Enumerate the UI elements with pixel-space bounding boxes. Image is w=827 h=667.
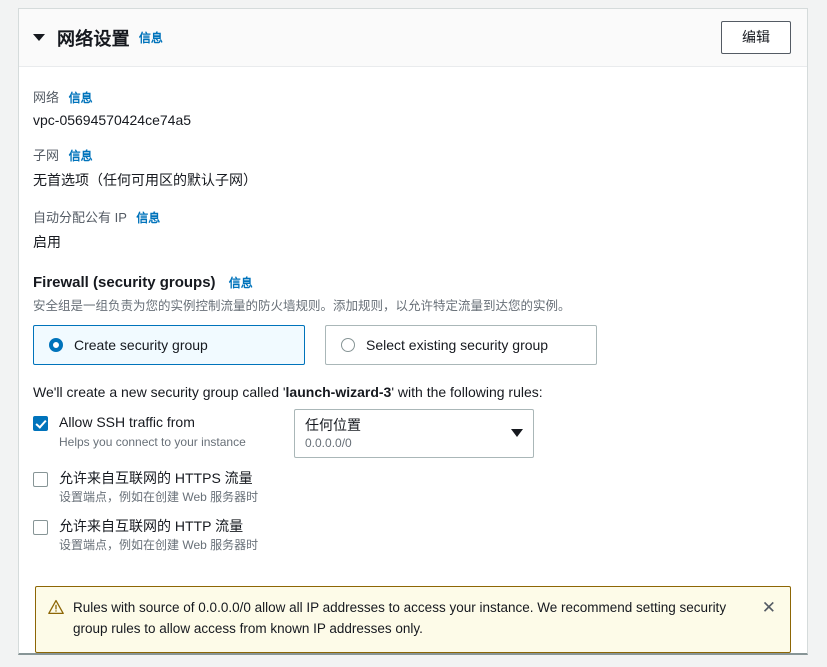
- note-group-name: launch-wizard-3: [285, 384, 392, 400]
- rule-ssh-label: Allow SSH traffic from: [59, 414, 195, 430]
- subnet-label-row: 子网 信息: [33, 145, 793, 164]
- close-icon[interactable]: ✕: [760, 599, 778, 616]
- security-group-mode-radio-group: Create security group Select existing se…: [33, 325, 793, 365]
- radio-select-existing-security-group-label: Select existing security group: [366, 337, 549, 353]
- page-title: 网络设置: [57, 28, 130, 49]
- auto-assign-ip-label-row: 自动分配公有 IP 信息: [33, 207, 793, 226]
- field-auto-assign-ip: 自动分配公有 IP 信息 启用: [33, 207, 793, 252]
- card-header: 网络设置 信息 编辑: [19, 9, 807, 67]
- chevron-down-icon: [511, 428, 523, 437]
- network-label: 网络: [33, 90, 60, 105]
- rule-ssh-left: Allow SSH traffic from Helps you connect…: [33, 414, 293, 450]
- rule-row-http: 允许来自互联网的 HTTP 流量 设置端点，例如在创建 Web 服务器时: [33, 518, 793, 554]
- open-source-warning-alert: Rules with source of 0.0.0.0/0 allow all…: [35, 586, 791, 653]
- firewall-heading-row: Firewall (security groups) 信息: [33, 274, 793, 291]
- ssh-source-select-text: 任何位置 0.0.0.0/0: [305, 416, 503, 450]
- subnet-info-link[interactable]: 信息: [69, 149, 93, 163]
- ssh-source-select-value: 任何位置: [305, 417, 361, 433]
- rule-http-left: 允许来自互联网的 HTTP 流量 设置端点，例如在创建 Web 服务器时: [33, 518, 293, 554]
- network-settings-card: 网络设置 信息 编辑 网络 信息 vpc-05694570424ce74a5 子…: [18, 8, 808, 655]
- auto-assign-ip-info-link[interactable]: 信息: [136, 211, 160, 225]
- auto-assign-ip-label: 自动分配公有 IP: [33, 210, 127, 225]
- checkbox-allow-ssh[interactable]: [33, 416, 48, 431]
- note-suffix: ' with the following rules:: [391, 384, 543, 400]
- note-prefix: We'll create a new security group called…: [33, 384, 286, 400]
- rule-http-help: 设置端点，例如在创建 Web 服务器时: [59, 538, 259, 553]
- edit-button[interactable]: 编辑: [721, 21, 791, 54]
- radio-create-security-group-label: Create security group: [74, 337, 208, 353]
- firewall-heading: Firewall (security groups): [33, 274, 216, 291]
- rule-https-left: 允许来自互联网的 HTTPS 流量 设置端点，例如在创建 Web 服务器时: [33, 470, 293, 506]
- field-subnet: 子网 信息 无首选项（任何可用区的默认子网）: [33, 145, 793, 190]
- network-info-link[interactable]: 信息: [69, 91, 93, 105]
- rule-ssh-text: Allow SSH traffic from Helps you connect…: [59, 414, 246, 450]
- rule-https-text: 允许来自互联网的 HTTPS 流量 设置端点，例如在创建 Web 服务器时: [59, 470, 258, 506]
- network-value: vpc-05694570424ce74a5: [33, 112, 192, 128]
- network-label-row: 网络 信息: [33, 87, 793, 106]
- radio-create-security-group-icon: [49, 338, 63, 352]
- card-body: 网络 信息 vpc-05694570424ce74a5 子网 信息 无首选项（任…: [19, 67, 807, 572]
- rule-https-help: 设置端点，例如在创建 Web 服务器时: [59, 490, 259, 505]
- radio-tile-select-existing-security-group[interactable]: Select existing security group: [325, 325, 597, 365]
- rule-row-https: 允许来自互联网的 HTTPS 流量 设置端点，例如在创建 Web 服务器时: [33, 470, 793, 506]
- checkbox-allow-https[interactable]: [33, 471, 48, 487]
- warning-triangle-icon: [48, 599, 64, 618]
- alert-message: Rules with source of 0.0.0.0/0 allow all…: [73, 600, 727, 637]
- radio-select-existing-security-group-icon: [341, 338, 355, 352]
- rule-row-ssh: Allow SSH traffic from Helps you connect…: [33, 409, 793, 458]
- network-settings-info-link[interactable]: 信息: [139, 29, 163, 46]
- field-network: 网络 信息 vpc-05694570424ce74a5: [33, 87, 793, 128]
- collapse-chevron-down-icon[interactable]: [33, 34, 45, 41]
- rule-http-label: 允许来自互联网的 HTTP 流量: [59, 517, 244, 534]
- checkbox-allow-http[interactable]: [33, 519, 48, 535]
- ssh-source-select[interactable]: 任何位置 0.0.0.0/0: [294, 409, 534, 458]
- rule-https-label: 允许来自互联网的 HTTPS 流量: [59, 469, 253, 486]
- rule-ssh-help: Helps you connect to your instance: [59, 434, 246, 449]
- security-group-note: We'll create a new security group called…: [33, 384, 793, 400]
- ssh-source-select-subvalue: 0.0.0.0/0: [305, 435, 352, 450]
- rule-http-text: 允许来自互联网的 HTTP 流量 设置端点，例如在创建 Web 服务器时: [59, 518, 258, 554]
- firewall-info-link[interactable]: 信息: [229, 276, 253, 290]
- subnet-label: 子网: [33, 148, 60, 163]
- auto-assign-ip-value: 启用: [33, 234, 61, 250]
- subnet-value: 无首选项（任何可用区的默认子网）: [33, 172, 257, 188]
- firewall-description: 安全组是一组负责为您的实例控制流量的防火墙规则。添加规则，以允许特定流量到达您的…: [33, 299, 571, 313]
- radio-tile-create-security-group[interactable]: Create security group: [33, 325, 305, 365]
